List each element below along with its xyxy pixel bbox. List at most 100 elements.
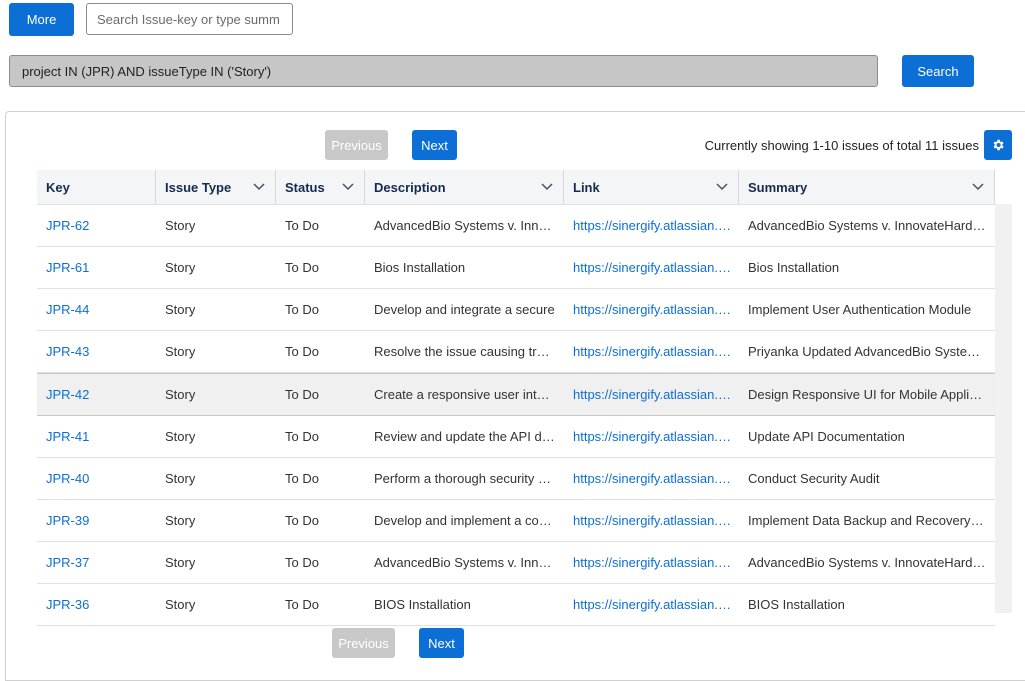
column-header-status[interactable]: Status xyxy=(276,170,365,204)
chevron-down-icon[interactable] xyxy=(972,182,984,192)
issue-key-link[interactable]: JPR-39 xyxy=(46,513,89,528)
search-input[interactable] xyxy=(86,3,293,35)
issue-key-cell[interactable]: JPR-41 xyxy=(37,416,156,456)
issue-url-cell[interactable]: https://sinergify.atlassian.net/browse/J… xyxy=(564,205,739,245)
issue-url-link[interactable]: https://sinergify.atlassian.net/browse/J… xyxy=(573,513,731,528)
table-row[interactable]: JPR-42 Story To Do Create a responsive user… xyxy=(37,373,995,416)
issue-url-cell[interactable]: https://sinergify.atlassian.net/browse/J… xyxy=(564,289,739,329)
jql-query-field[interactable]: project IN (JPR) AND issueType IN ('Stor… xyxy=(9,55,878,87)
issue-type-cell: Story xyxy=(156,331,276,371)
issue-key-cell[interactable]: JPR-44 xyxy=(37,289,156,329)
issue-key-cell[interactable]: JPR-39 xyxy=(37,500,156,540)
issue-type-cell: Story xyxy=(165,343,196,359)
next-page-button-top[interactable]: Next xyxy=(412,130,457,160)
issue-url-cell[interactable]: https://sinergify.atlassian.net/browse/J… xyxy=(564,247,739,287)
table-row[interactable]: JPR-62 Story To Do AdvancedBio Systems v. I… xyxy=(37,205,995,247)
issue-key-link[interactable]: JPR-43 xyxy=(46,344,89,359)
column-header-label: Key xyxy=(46,179,70,195)
issue-url-link[interactable]: https://sinergify.atlassian.net/browse/J… xyxy=(573,429,731,444)
status-cell: To Do xyxy=(276,331,365,371)
issue-url-link[interactable]: https://sinergify.atlassian.net/browse/J… xyxy=(573,260,731,275)
table-row[interactable]: JPR-43 Story To Do Resolve the issue causin… xyxy=(37,331,995,373)
description-cell: Resolve the issue causing transactions xyxy=(374,343,556,359)
next-page-button-bottom[interactable]: Next xyxy=(419,628,464,658)
issue-key-cell[interactable]: JPR-36 xyxy=(37,584,156,624)
pagination-status: Currently showing 1-10 issues of total 1… xyxy=(704,137,979,153)
status-cell: To Do xyxy=(285,301,319,317)
chevron-down-icon[interactable] xyxy=(716,182,728,192)
issue-key-link[interactable]: JPR-40 xyxy=(46,471,89,486)
issue-key-link[interactable]: JPR-37 xyxy=(46,555,89,570)
issue-key-cell[interactable]: JPR-43 xyxy=(37,331,156,371)
settings-button[interactable] xyxy=(984,130,1012,160)
issue-type-cell: Story xyxy=(156,205,276,245)
column-header-link[interactable]: Link xyxy=(564,170,739,204)
status-cell: To Do xyxy=(276,416,365,456)
issue-key-cell[interactable]: JPR-62 xyxy=(37,205,156,245)
column-header-key[interactable]: Key xyxy=(37,170,156,204)
table-row[interactable]: JPR-61 Story To Do Bios Installation https:/… xyxy=(37,247,995,289)
issue-url-link[interactable]: https://sinergify.atlassian.net/browse/J… xyxy=(573,218,731,233)
chevron-down-icon[interactable] xyxy=(541,182,553,192)
previous-page-button-bottom[interactable]: Previous xyxy=(332,628,395,658)
previous-page-button-top[interactable]: Previous xyxy=(325,130,388,160)
description-cell: Create a responsive user interface xyxy=(374,386,556,402)
column-header-label: Summary xyxy=(748,179,808,195)
table-row[interactable]: JPR-44 Story To Do Develop and integrate a … xyxy=(37,289,995,331)
issue-url-cell[interactable]: https://sinergify.atlassian.net/browse/J… xyxy=(564,584,739,624)
table-row[interactable]: JPR-39 Story To Do Develop and implement a … xyxy=(37,500,995,542)
status-cell: To Do xyxy=(276,205,365,245)
issue-type-cell: Story xyxy=(165,428,196,444)
status-cell: To Do xyxy=(285,596,319,612)
description-cell: BIOS Installation xyxy=(365,584,564,624)
issue-key-cell[interactable]: JPR-61 xyxy=(37,247,156,287)
description-cell: BIOS Installation xyxy=(374,596,471,612)
issue-key-link[interactable]: JPR-42 xyxy=(46,387,89,402)
table-scrollbar[interactable] xyxy=(995,204,1012,613)
table-row[interactable]: JPR-41 Story To Do Review and update the AP… xyxy=(37,416,995,458)
issue-url-link[interactable]: https://sinergify.atlassian.net/browse/J… xyxy=(573,302,731,317)
issue-type-cell: Story xyxy=(156,584,276,624)
column-header-description[interactable]: Description xyxy=(365,170,564,204)
table-body: JPR-62 Story To Do AdvancedBio Systems v. I… xyxy=(37,205,995,626)
issue-key-link[interactable]: JPR-41 xyxy=(46,429,89,444)
search-button[interactable]: Search xyxy=(902,55,974,87)
description-cell: Bios Installation xyxy=(365,247,564,287)
table-row[interactable]: JPR-36 Story To Do BIOS Installation https:/… xyxy=(37,584,995,626)
issue-url-cell[interactable]: https://sinergify.atlassian.net/browse/J… xyxy=(564,500,739,540)
column-header-summary[interactable]: Summary xyxy=(739,170,995,204)
description-cell: Resolve the issue causing transactions xyxy=(365,331,564,371)
issue-url-cell[interactable]: https://sinergify.atlassian.net/browse/J… xyxy=(564,458,739,498)
table-row[interactable]: JPR-40 Story To Do Perform a thorough secur… xyxy=(37,458,995,500)
description-cell: Develop and implement a comprehensive xyxy=(365,500,564,540)
issue-key-cell[interactable]: JPR-42 xyxy=(37,374,156,414)
table-row[interactable]: JPR-37 Story To Do AdvancedBio Systems v. I… xyxy=(37,542,995,584)
column-header-label: Link xyxy=(573,179,600,195)
issue-key-link[interactable]: JPR-36 xyxy=(46,597,89,612)
issue-key-link[interactable]: JPR-44 xyxy=(46,302,89,317)
issue-key-cell[interactable]: JPR-37 xyxy=(37,542,156,582)
chevron-down-icon[interactable] xyxy=(253,182,265,192)
issue-url-link[interactable]: https://sinergify.atlassian.net/browse/J… xyxy=(573,387,731,402)
status-cell: To Do xyxy=(285,386,319,402)
status-cell: To Do xyxy=(285,470,319,486)
column-header-issue-type[interactable]: Issue Type xyxy=(156,170,276,204)
summary-cell: Implement User Authentication Module xyxy=(748,301,972,317)
issue-url-link[interactable]: https://sinergify.atlassian.net/browse/J… xyxy=(573,471,731,486)
issue-key-link[interactable]: JPR-62 xyxy=(46,218,89,233)
summary-cell: Design Responsive UI for Mobile Applicat… xyxy=(739,374,995,414)
issue-url-link[interactable]: https://sinergify.atlassian.net/browse/J… xyxy=(573,344,731,359)
chevron-down-icon[interactable] xyxy=(342,182,354,192)
issue-key-link[interactable]: JPR-61 xyxy=(46,260,89,275)
issue-url-link[interactable]: https://sinergify.atlassian.net/browse/J… xyxy=(573,555,731,570)
issue-url-link[interactable]: https://sinergify.atlassian.net/browse/J… xyxy=(573,597,731,612)
issue-url-cell[interactable]: https://sinergify.atlassian.net/browse/J… xyxy=(564,331,739,371)
more-button[interactable]: More xyxy=(9,3,74,36)
issue-url-cell[interactable]: https://sinergify.atlassian.net/browse/J… xyxy=(564,416,739,456)
issue-url-cell[interactable]: https://sinergify.atlassian.net/browse/J… xyxy=(564,374,739,414)
issue-url-cell[interactable]: https://sinergify.atlassian.net/browse/J… xyxy=(564,542,739,582)
issue-key-cell[interactable]: JPR-40 xyxy=(37,458,156,498)
description-cell: AdvancedBio Systems v. Innovate xyxy=(365,542,564,582)
summary-cell: Bios Installation xyxy=(748,259,840,275)
description-cell: Perform a thorough security audit xyxy=(374,470,556,486)
